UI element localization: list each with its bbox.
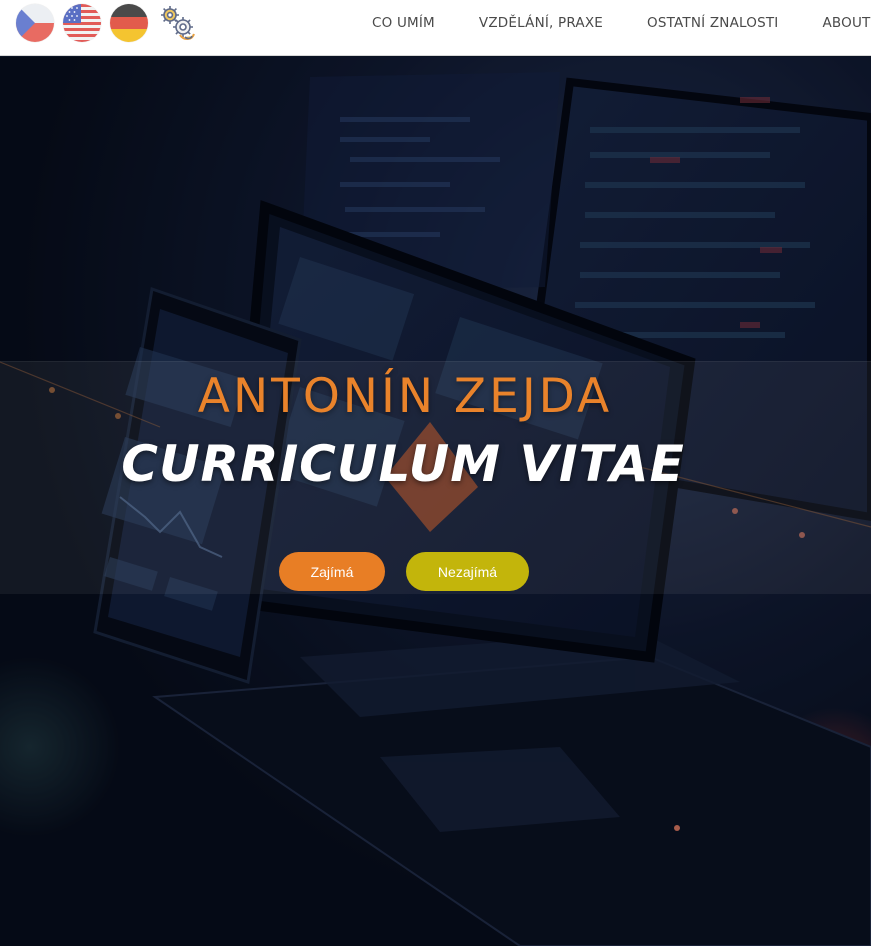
hero-title: ANTONÍN ZEJDA <box>197 369 613 424</box>
nav-item-vzdelani-praxe[interactable]: VZDĚLÁNÍ, PRAXE <box>457 15 625 31</box>
interested-button[interactable]: Zajímá <box>279 552 385 591</box>
hero-subtitle: CURRICULUM VITAE <box>121 435 685 493</box>
not-interested-button[interactable]: Nezajímá <box>406 552 529 591</box>
main-nav: CO UMÍM VZDĚLÁNÍ, PRAXE OSTATNÍ ZNALOSTI… <box>350 0 871 46</box>
top-navbar: CO UMÍM VZDĚLÁNÍ, PRAXE OSTATNÍ ZNALOSTI… <box>0 0 871 56</box>
german-flag-icon[interactable] <box>110 4 148 42</box>
czech-flag-icon[interactable] <box>16 4 54 42</box>
nav-item-ostatni-znalosti[interactable]: OSTATNÍ ZNALOSTI <box>625 15 800 31</box>
us-flag-icon[interactable] <box>63 4 101 42</box>
nav-item-about[interactable]: ABOUT <box>800 15 871 31</box>
nav-item-co-umim[interactable]: CO UMÍM <box>350 15 457 31</box>
language-switcher <box>16 4 195 42</box>
gears-icon[interactable] <box>157 4 195 42</box>
hero-section: ANTONÍN ZEJDA CURRICULUM VITAE Zajímá Ne… <box>0 57 871 946</box>
